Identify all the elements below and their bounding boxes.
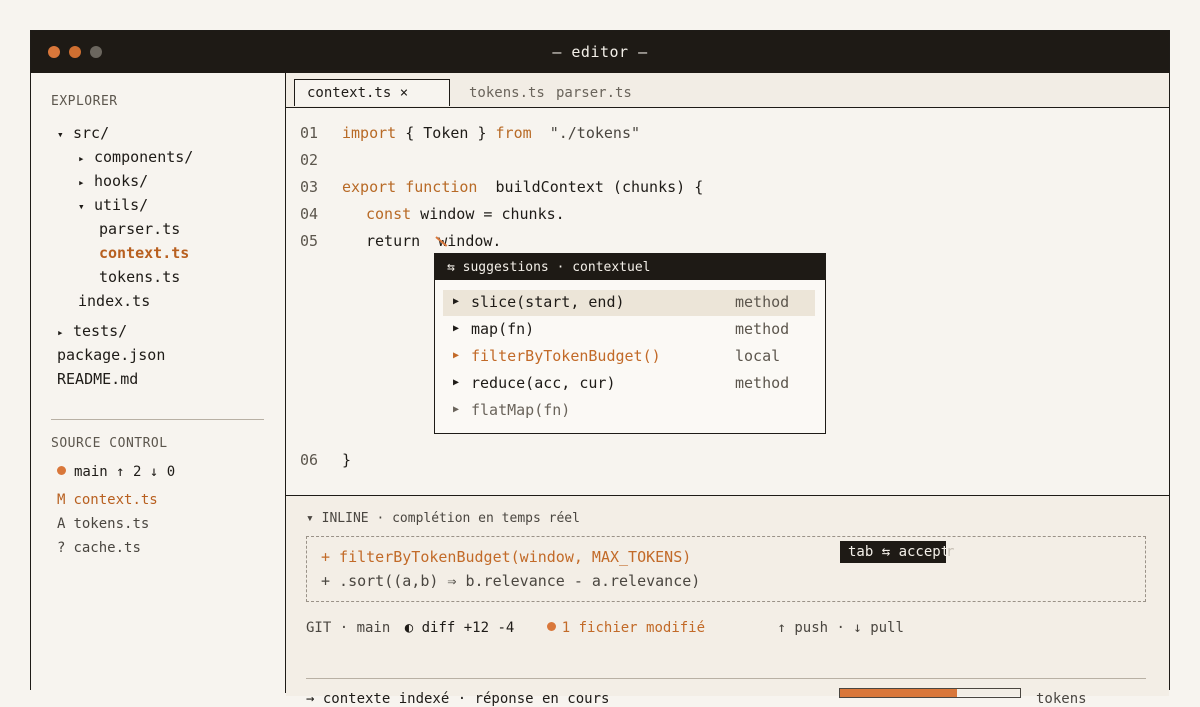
code-line: import { Token } from "./tokens" — [342, 124, 641, 142]
accept-hint-button[interactable]: tab ⇆ accepter — [840, 541, 946, 563]
caret-right-icon: ▶ — [453, 404, 460, 415]
title-bar: — editor — — [31, 31, 1169, 73]
suggestion-item[interactable]: ▶ flatMap(fn) — [443, 398, 815, 424]
line-number: 05 — [300, 232, 319, 250]
chevron-down-icon: ▾ — [57, 128, 64, 141]
tree-file-context[interactable]: context.ts — [99, 244, 189, 262]
git-diff[interactable]: ◐ diff +12 -4 — [405, 620, 515, 636]
chevron-right-icon: ▸ — [78, 176, 85, 189]
code-editor[interactable]: 01 import { Token } from "./tokens" 02 0… — [286, 108, 1169, 496]
tab-parser[interactable]: parser.ts — [556, 85, 632, 101]
tree-folder-hooks[interactable]: ▸ hooks/ — [78, 172, 148, 190]
caret-right-icon: ▶ — [453, 296, 460, 307]
suggestion-item[interactable]: ▶ reduce(acc, cur) method — [443, 371, 815, 397]
tree-file-index[interactable]: index.ts — [78, 292, 150, 310]
changed-file-tokens[interactable]: Atokens.ts — [57, 516, 149, 532]
caret-right-icon: ▶ — [453, 323, 460, 334]
modified-dot-icon — [546, 622, 556, 631]
tab-bar: context.ts × tokens.ts parser.ts — [286, 73, 1169, 108]
sidebar: EXPLORER ▾ src/ ▸ components/ ▸ hooks/ ▾ uti… — [31, 73, 286, 693]
tab-context[interactable]: context.ts × — [294, 79, 450, 106]
sidebar-divider — [51, 419, 264, 420]
suggestions-header: ⇆ suggestions · contextuel — [435, 254, 825, 280]
line-number: 04 — [300, 205, 319, 223]
tree-folder-utils[interactable]: ▾ utils/ — [78, 196, 148, 214]
suggestions-popup: ⇆ suggestions · contextuel ▶ slice(start,… — [434, 253, 826, 434]
caret-right-icon: ▶ — [453, 350, 460, 361]
panel-divider — [306, 678, 1146, 679]
status-text: → contexte indexé · réponse en cours — [306, 691, 610, 707]
source-control-header: SOURCE CONTROL — [51, 436, 168, 451]
git-branch[interactable]: GIT · main — [306, 620, 390, 636]
window-title: — editor — — [552, 43, 648, 61]
accept-hint-overflow: r — [946, 544, 955, 560]
inline-completion-box[interactable]: + filterByTokenBudget(window, MAX_TOKENS… — [306, 536, 1146, 602]
git-status-bar: GIT · main ◐ diff +12 -4 1 fichier modif… — [306, 620, 1146, 636]
inline-header[interactable]: ▾ INLINE · complétion en temps réel — [306, 511, 580, 526]
code-line: return window. — [366, 232, 502, 250]
tokens-label: tokens — [1036, 691, 1087, 707]
line-number: 06 — [300, 451, 319, 469]
suggestion-item[interactable]: ▶ slice(start, end) method — [443, 290, 815, 316]
inline-line-added: + .sort((a,b) ⇒ b.relevance - a.relevanc… — [321, 572, 701, 590]
caret-right-icon: ▶ — [453, 377, 460, 388]
tree-folder-src[interactable]: ▾ src/ — [57, 124, 109, 142]
code-line: } — [342, 451, 352, 469]
line-number: 02 — [300, 151, 319, 169]
tree-file-readme[interactable]: README.md — [57, 370, 138, 388]
chevron-right-icon: ▸ — [57, 326, 64, 339]
tree-folder-components[interactable]: ▸ components/ — [78, 148, 193, 166]
tab-tokens[interactable]: tokens.ts — [469, 85, 545, 101]
tree-file-parser[interactable]: parser.ts — [99, 220, 180, 238]
git-sync[interactable]: ↑ push · ↓ pull — [777, 620, 903, 636]
editor-window: — editor — EXPLORER ▾ src/ ▸ components/ ▸… — [30, 30, 1170, 707]
token-progress-bar — [839, 688, 1021, 698]
code-line: export function buildContext (chunks) { — [342, 178, 704, 196]
line-number: 03 — [300, 178, 319, 196]
suggestion-item[interactable]: ▶ map(fn) method — [443, 317, 815, 343]
explorer-header: EXPLORER — [51, 94, 118, 109]
line-number: 01 — [300, 124, 319, 142]
chevron-right-icon: ▸ — [78, 152, 85, 165]
git-modified[interactable]: 1 fichier modifié — [546, 620, 705, 636]
inline-line-added: + filterByTokenBudget(window, MAX_TOKENS… — [321, 548, 692, 566]
code-line: const window = chunks. — [366, 205, 565, 223]
changed-file-context[interactable]: Mcontext.ts — [57, 492, 158, 508]
suggestion-item[interactable]: ▶ filterByTokenBudget() local — [443, 344, 815, 370]
branch-dot-icon — [57, 466, 66, 475]
tree-file-package-json[interactable]: package.json — [57, 346, 165, 364]
bottom-panel: ▾ INLINE · complétion en temps réel + fi… — [286, 495, 1169, 707]
chevron-down-icon: ▾ — [78, 200, 85, 213]
branch-status[interactable]: main ↑ 2 ↓ 0 — [57, 464, 175, 480]
changed-file-cache[interactable]: ? cache.ts — [57, 540, 141, 556]
tree-file-tokens[interactable]: tokens.ts — [99, 268, 180, 286]
token-progress-fill — [840, 689, 957, 697]
tree-folder-tests[interactable]: ▸ tests/ — [57, 322, 127, 340]
